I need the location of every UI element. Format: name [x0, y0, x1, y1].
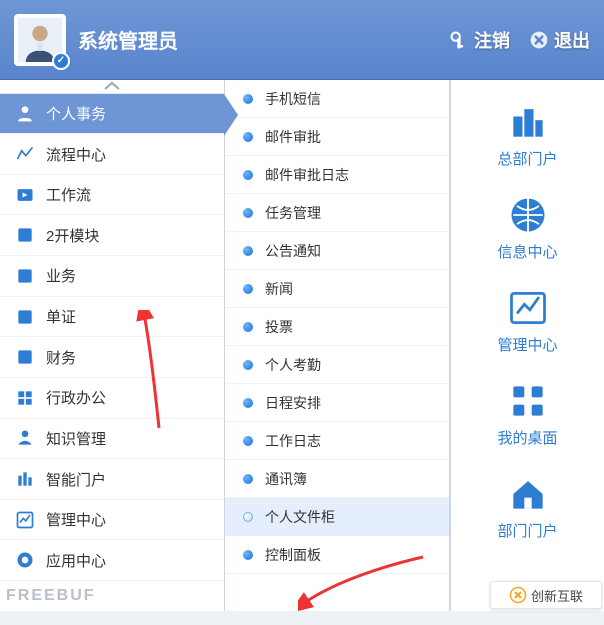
sidebar-item-label: 知识管理 — [46, 428, 106, 449]
bullet-icon — [243, 284, 253, 294]
sidebar: 个人事务 流程中心 工作流 2开模块 业务 单证 财务 行政办公 — [0, 80, 225, 611]
sidebar-item-label: 行政办公 — [46, 387, 106, 408]
knowledge-icon — [14, 427, 36, 449]
page-title: 系统管理员 — [78, 25, 178, 54]
portal-info[interactable]: 信息中心 — [451, 179, 604, 272]
user-icon — [14, 102, 36, 124]
portal-icon — [14, 468, 36, 490]
buildings-icon — [506, 100, 550, 144]
house-icon — [506, 472, 550, 516]
close-icon — [528, 29, 550, 51]
key-icon — [448, 29, 470, 51]
collapse-handle[interactable] — [0, 80, 224, 94]
body: 个人事务 流程中心 工作流 2开模块 业务 单证 财务 行政办公 — [0, 80, 604, 611]
submenu-item[interactable]: 日程安排 — [225, 384, 449, 422]
submenu-item[interactable]: 任务管理 — [225, 194, 449, 232]
portal-headquarters[interactable]: 总部门户 — [451, 86, 604, 179]
bullet-icon — [243, 512, 253, 522]
sidebar-item-label: 单证 — [46, 306, 76, 327]
sidebar-item-label: 业务 — [46, 265, 76, 286]
sidebar-item-portal[interactable]: 智能门户 — [0, 459, 224, 500]
avatar[interactable] — [14, 14, 66, 66]
submenu-item[interactable]: 投票 — [225, 308, 449, 346]
submenu-item[interactable]: 公告通知 — [225, 232, 449, 270]
portal-manage[interactable]: 管理中心 — [451, 272, 604, 365]
top-actions: 注销 退出 — [448, 27, 590, 53]
chart-icon — [14, 509, 36, 531]
sidebar-item-label: 管理中心 — [46, 509, 106, 530]
sidebar-item-knowledge[interactable]: 知识管理 — [0, 419, 224, 460]
top-bar: 系统管理员 注销 退出 — [0, 0, 604, 80]
bullet-icon — [243, 436, 253, 446]
brand-footer: FREEBUF — [0, 581, 224, 611]
sidebar-item-label: 流程中心 — [46, 144, 106, 165]
sidebar-item-process[interactable]: 流程中心 — [0, 134, 224, 175]
sidebar-item-finance[interactable]: 财务 — [0, 337, 224, 378]
office-icon — [14, 387, 36, 409]
submenu-item[interactable]: 通讯簿 — [225, 460, 449, 498]
sidebar-item-doc[interactable]: 单证 — [0, 297, 224, 338]
flow-icon — [14, 143, 36, 165]
bullet-icon — [243, 170, 253, 180]
portal-department[interactable]: 部门门户 — [451, 458, 604, 551]
submenu-item[interactable]: 工作日志 — [225, 422, 449, 460]
sidebar-item-workflow[interactable]: 工作流 — [0, 175, 224, 216]
globe-icon — [506, 193, 550, 237]
verified-badge-icon — [52, 52, 70, 70]
sidebar-item-personal[interactable]: 个人事务 — [0, 94, 224, 135]
sidebar-item-label: 应用中心 — [46, 550, 106, 571]
watermark: 创新互联 — [490, 581, 602, 609]
sidebar-item-apps[interactable]: 应用中心 — [0, 540, 224, 581]
bullet-icon — [243, 322, 253, 332]
logo-icon — [509, 586, 527, 604]
sidebar-item-label: 2开模块 — [46, 225, 99, 246]
submenu-item[interactable]: 邮件审批 — [225, 118, 449, 156]
bullet-icon — [243, 360, 253, 370]
chevron-up-icon — [103, 81, 121, 91]
chart-icon — [506, 286, 550, 330]
bullet-icon — [243, 474, 253, 484]
sidebar-item-label: 工作流 — [46, 184, 91, 205]
submenu-item[interactable]: 邮件审批日志 — [225, 156, 449, 194]
portal-desktop[interactable]: 我的桌面 — [451, 365, 604, 458]
apps-icon — [14, 549, 36, 571]
biz-icon — [14, 265, 36, 287]
bullet-icon — [243, 398, 253, 408]
logout-button[interactable]: 注销 — [448, 27, 510, 53]
submenu-item[interactable]: 个人考勤 — [225, 346, 449, 384]
sidebar-item-label: 智能门户 — [46, 469, 106, 490]
grid-icon — [506, 379, 550, 423]
bullet-icon — [243, 246, 253, 256]
portal-panel: 总部门户 信息中心 管理中心 我的桌面 部门门户 — [450, 80, 604, 611]
finance-icon — [14, 346, 36, 368]
bullet-icon — [243, 132, 253, 142]
bullet-icon — [243, 208, 253, 218]
bullet-icon — [243, 550, 253, 560]
submenu-item[interactable]: 新闻 — [225, 270, 449, 308]
arrow-right-icon — [14, 184, 36, 206]
submenu-item[interactable]: 控制面板 — [225, 536, 449, 574]
submenu-item[interactable]: 手机短信 — [225, 80, 449, 118]
module-icon — [14, 224, 36, 246]
sidebar-item-label: 财务 — [46, 347, 76, 368]
sidebar-item-2k[interactable]: 2开模块 — [0, 215, 224, 256]
bullet-icon — [243, 94, 253, 104]
sidebar-item-business[interactable]: 业务 — [0, 256, 224, 297]
doc-icon — [14, 306, 36, 328]
sidebar-item-admin[interactable]: 行政办公 — [0, 378, 224, 419]
submenu-item-selected[interactable]: 个人文件柜 — [225, 498, 449, 536]
submenu: 手机短信 邮件审批 邮件审批日志 任务管理 公告通知 新闻 投票 个人考勤 日程… — [225, 80, 450, 611]
sidebar-item-label: 个人事务 — [46, 103, 106, 124]
exit-button[interactable]: 退出 — [528, 27, 590, 53]
sidebar-item-manage[interactable]: 管理中心 — [0, 500, 224, 541]
